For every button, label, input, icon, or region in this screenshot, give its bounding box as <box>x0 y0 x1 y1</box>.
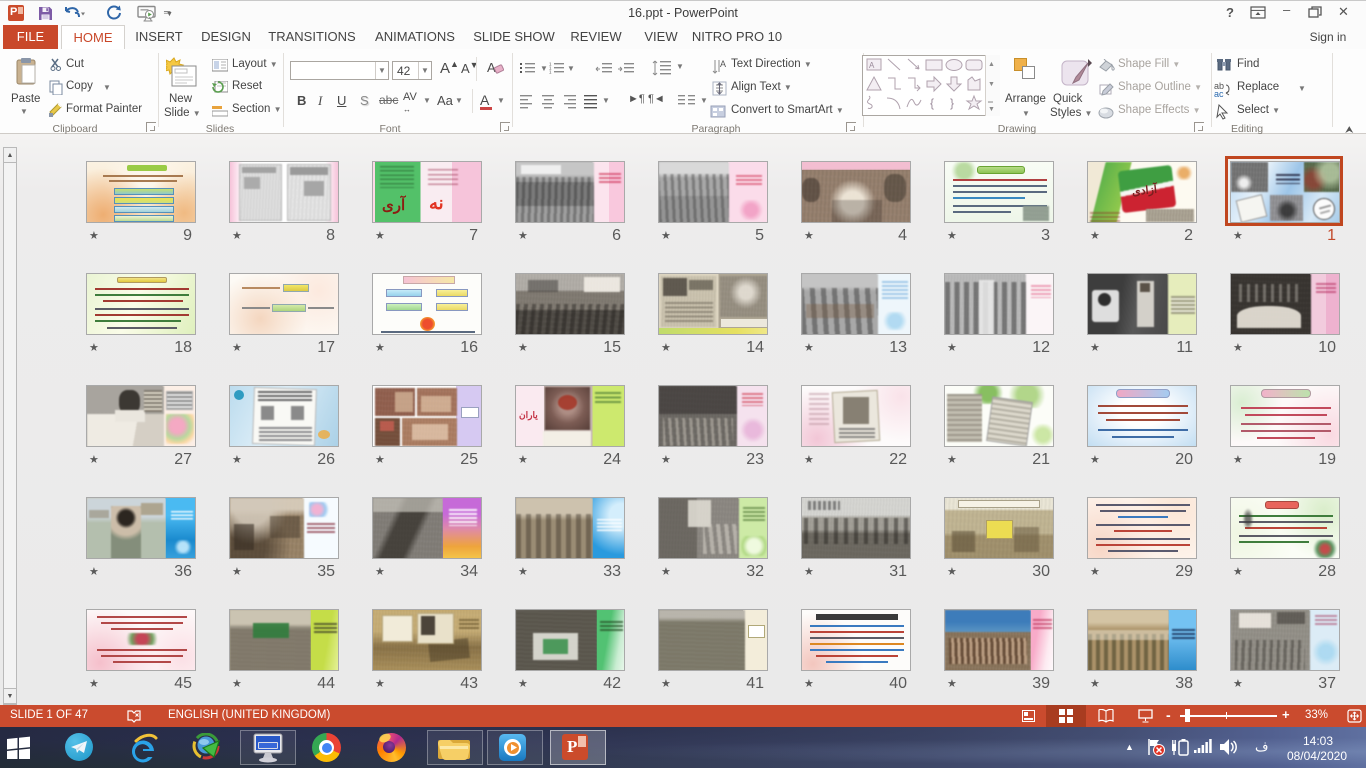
svg-text:ac: ac <box>1214 89 1224 97</box>
svg-text:A: A <box>720 59 726 69</box>
svg-text:}: } <box>950 96 954 110</box>
svg-text:{: { <box>930 96 934 110</box>
svg-text:1: 1 <box>549 70 552 75</box>
svg-text:A: A <box>869 61 875 70</box>
